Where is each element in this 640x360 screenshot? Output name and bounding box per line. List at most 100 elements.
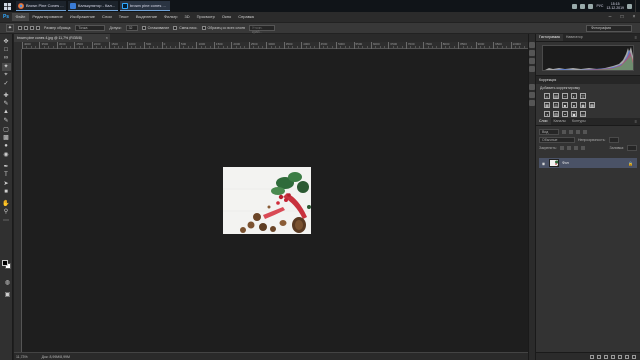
add-selection-icon[interactable] [24, 26, 28, 30]
tolerance-input[interactable]: 32 [125, 25, 138, 31]
foreground-color-swatch[interactable] [2, 260, 8, 266]
lock-position-icon[interactable] [573, 146, 578, 150]
eye-icon[interactable]: ◉ [541, 161, 546, 166]
layer-row-background[interactable]: ◉ Фон 🔒 [539, 158, 637, 168]
levels-icon[interactable]: ▤ [553, 93, 559, 99]
magic-wand-icon[interactable]: ✦ [6, 24, 14, 32]
clock[interactable]: 15:15 13.12.2019 [606, 2, 624, 11]
add-mask-icon[interactable] [604, 354, 608, 359]
gradient-tool-icon[interactable]: ▩ [2, 134, 11, 142]
contiguous-checkbox[interactable] [173, 26, 178, 30]
subtract-selection-icon[interactable] [30, 26, 34, 30]
menu-select[interactable]: Выделение [132, 13, 160, 21]
canvas-area[interactable] [22, 50, 528, 352]
tab-paths[interactable]: Контуры [569, 118, 589, 125]
color-balance-icon[interactable]: ⚖ [553, 102, 559, 108]
fill-input[interactable] [627, 145, 637, 151]
lock-image-icon[interactable] [566, 146, 571, 150]
lasso-tool-icon[interactable]: ∞ [2, 54, 11, 62]
gradient-map-icon[interactable]: ▭ [580, 111, 586, 117]
volume-icon[interactable] [580, 3, 586, 9]
black-white-icon[interactable]: ■ [562, 102, 568, 108]
threshold-icon[interactable]: ◓ [562, 111, 568, 117]
taskbar-task-calculator[interactable]: Калькулятор - Кал... [68, 1, 118, 11]
lock-all-icon[interactable] [580, 146, 585, 150]
filter-adjustment-icon[interactable] [569, 130, 573, 134]
clone-stamp-tool-icon[interactable]: ▲ [2, 108, 11, 116]
network-icon[interactable] [572, 3, 578, 9]
history-brush-tool-icon[interactable]: ✎ [2, 117, 11, 125]
document-tab[interactable]: brown pine cones 4.jpg @ 11,7% (RGB/8) × [14, 34, 110, 42]
delete-layer-icon[interactable] [632, 354, 636, 359]
pen-tool-icon[interactable]: ✒ [2, 162, 11, 170]
tab-channels[interactable]: Каналы [551, 118, 569, 125]
adjustment-layer-icon[interactable] [611, 354, 615, 359]
exposure-icon[interactable]: ◐ [571, 93, 577, 99]
channel-mixer-icon[interactable]: ◉ [580, 102, 586, 108]
layer-style-icon[interactable] [597, 354, 601, 359]
taskbar-task-photoshop[interactable]: brown pine cones ... [120, 1, 170, 11]
adjustments-tab[interactable]: Коррекция [536, 75, 640, 84]
curves-icon[interactable]: ∽ [562, 93, 568, 99]
link-layers-icon[interactable] [590, 354, 594, 359]
all-layers-checkbox[interactable] [201, 26, 206, 30]
menu-help[interactable]: Справка [235, 13, 258, 21]
brush-tool-icon[interactable]: ✎ [2, 100, 11, 108]
ruler-vertical[interactable] [14, 49, 22, 352]
antialias-checkbox[interactable] [141, 26, 146, 30]
menu-file[interactable]: Файл [12, 13, 29, 21]
all-layers-option[interactable]: Образец со всех слоев [201, 26, 245, 30]
magic-wand-tool-icon[interactable]: ✦ [1, 62, 11, 71]
ruler-corner[interactable] [14, 42, 22, 49]
eraser-tool-icon[interactable]: ▢ [2, 125, 11, 133]
document-image[interactable] [223, 167, 311, 234]
eyedropper-tool-icon[interactable]: ✓ [2, 80, 11, 88]
brush-panel-icon[interactable] [529, 84, 535, 90]
type-tool-icon[interactable]: T [2, 171, 11, 179]
path-selection-tool-icon[interactable]: ➤ [2, 179, 11, 187]
properties-panel-icon[interactable] [529, 50, 535, 56]
tab-navigator[interactable]: Навигатор [563, 34, 586, 41]
paragraph-panel-icon[interactable] [529, 100, 535, 106]
posterize-icon[interactable]: ▧ [553, 111, 559, 117]
close-icon[interactable]: × [628, 12, 640, 22]
notifications-icon[interactable] [627, 3, 632, 9]
filter-shape-icon[interactable] [583, 130, 587, 134]
marquee-tool-icon[interactable]: □ [2, 46, 11, 54]
dodge-tool-icon[interactable]: ◉ [2, 151, 11, 159]
menu-3d[interactable]: 3D [181, 13, 193, 21]
menu-type[interactable]: Текст [115, 13, 132, 21]
hand-tool-icon[interactable]: ✋ [2, 199, 11, 207]
sample-size-select[interactable]: Точка [75, 25, 106, 31]
windows-start-button[interactable] [0, 0, 14, 12]
filter-type-icon[interactable] [576, 130, 580, 134]
more-tools-icon[interactable]: ⋯ [2, 216, 11, 224]
new-layer-icon[interactable] [625, 354, 629, 359]
vibrance-icon[interactable]: ▽ [580, 93, 586, 99]
selective-color-icon[interactable]: ▣ [571, 111, 577, 117]
panel-menu-icon[interactable]: ≡ [635, 35, 637, 40]
panel-menu-icon[interactable]: ≡ [635, 119, 637, 124]
filter-pixel-icon[interactable] [562, 130, 566, 134]
move-tool-icon[interactable]: ✥ [2, 37, 11, 45]
show-desktop-button[interactable] [635, 0, 640, 12]
intersect-selection-icon[interactable] [36, 26, 40, 30]
ruler-horizontal[interactable]: 4000 3500 3000 2500 2000 1500 1000 500 0 500 1000 1… [22, 42, 528, 49]
battery-icon[interactable] [588, 3, 594, 9]
zoom-tool-icon[interactable]: ⚲ [2, 208, 11, 216]
photo-filter-icon[interactable]: ● [571, 102, 577, 108]
brightness-contrast-icon[interactable]: ☼ [544, 93, 550, 99]
opacity-input[interactable] [608, 137, 619, 143]
antialias-option[interactable]: Сглаживание [141, 26, 169, 30]
screen-mode-icon[interactable]: ▣ [3, 290, 12, 298]
tab-layers[interactable]: Слои [536, 118, 551, 125]
taskbar-task-chrome[interactable]: Brown Pine Cones ... [16, 1, 66, 11]
refine-edge-button[interactable]: Уточн. край... [249, 25, 276, 34]
menu-image[interactable]: Изображение [66, 13, 98, 21]
lock-transparent-icon[interactable] [559, 146, 564, 150]
character-panel-icon[interactable] [529, 92, 535, 98]
menu-filter[interactable]: Фильтр [161, 13, 181, 21]
contiguous-option[interactable]: Смеж.пикс. [173, 26, 198, 30]
info-panel-icon[interactable] [529, 58, 535, 64]
menu-view[interactable]: Просмотр [193, 13, 218, 21]
